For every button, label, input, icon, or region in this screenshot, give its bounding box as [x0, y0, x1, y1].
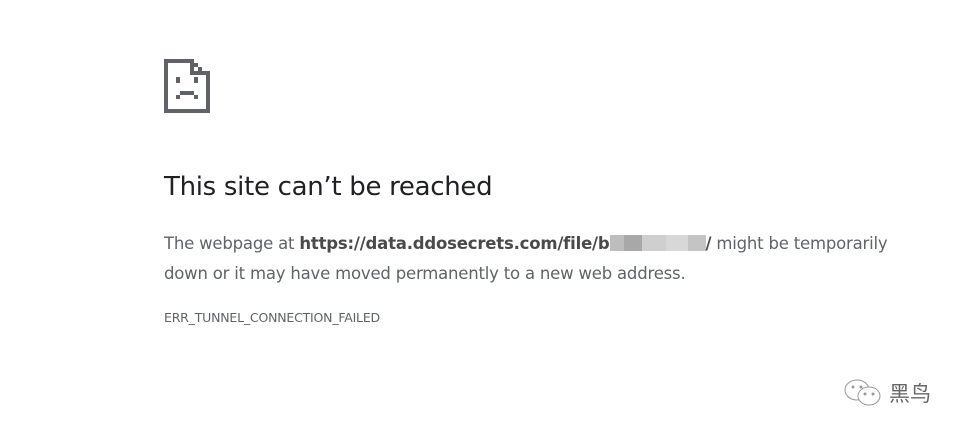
failed-url: https://data.ddosecrets.com/file/b: [299, 234, 610, 253]
error-code: ERR_TUNNEL_CONNECTION_FAILED: [164, 310, 380, 325]
redacted-url-part: [609, 234, 706, 253]
wechat-icon: [844, 379, 881, 406]
page-title: This site can’t be reached: [164, 172, 493, 202]
watermark: 黑鸟: [843, 378, 931, 408]
watermark-text: 黑鸟: [889, 382, 931, 406]
sad-page-icon: [164, 59, 210, 113]
error-description: The webpage at https://data.ddosecrets.c…: [164, 229, 904, 289]
desc-prefix: The webpage at: [164, 234, 300, 253]
